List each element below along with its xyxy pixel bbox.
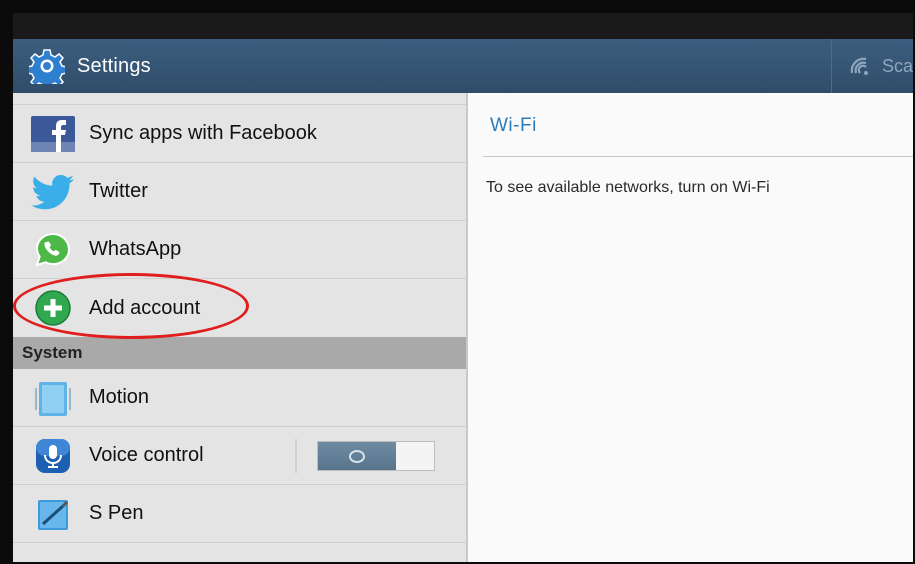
twitter-icon [29,172,77,212]
account-whatsapp[interactable]: WhatsApp [13,221,466,279]
system-s-pen[interactable]: S Pen [13,485,466,543]
account-whatsapp-label: WhatsApp [89,238,182,260]
account-facebook-label: Sync apps with Facebook [89,122,317,144]
add-account-label: Add account [89,296,201,319]
microphone-icon [29,436,77,476]
add-icon [29,288,77,328]
account-twitter[interactable]: Twitter [13,163,466,221]
section-header-system: System [13,337,466,369]
status-bar [13,13,913,39]
account-facebook[interactable]: Sync apps with Facebook [13,105,466,163]
whatsapp-icon [29,230,77,270]
device-screen: Settings Sca Sync apps with Facebook Twi… [0,0,915,564]
page-title: Settings [77,54,151,77]
action-bar: Settings Sca [13,39,913,93]
toggle-off-indicator [349,449,365,463]
motion-label: Motion [89,386,150,408]
voice-control-label: Voice control [89,444,204,466]
system-motion[interactable]: Motion [13,369,466,427]
scan-button[interactable]: Sca [830,39,913,93]
s-pen-label: S Pen [89,502,144,524]
add-account-button[interactable]: Add account [13,273,466,339]
list-item-partial[interactable] [13,93,466,105]
system-voice-control[interactable]: Voice control [13,427,466,485]
settings-list: Sync apps with Facebook Twitter WhatsApp [13,93,468,562]
wifi-scan-icon [850,57,868,75]
motion-icon [29,378,77,418]
s-pen-icon [29,494,77,534]
toggle-knob [318,442,396,470]
account-twitter-label: Twitter [89,180,148,202]
wifi-title: Wi-Fi [490,115,537,136]
facebook-icon [29,114,77,154]
divider [295,439,297,473]
wifi-message: To see available networks, turn on Wi-Fi [486,179,770,196]
scan-label: Sca [881,55,913,76]
list-item-partial-bottom[interactable] [13,543,466,557]
settings-gear-icon[interactable] [29,48,65,84]
voice-control-toggle[interactable] [317,441,435,471]
title-underline [483,156,913,157]
detail-pane: Wi-Fi To see available networks, turn on… [468,93,913,562]
